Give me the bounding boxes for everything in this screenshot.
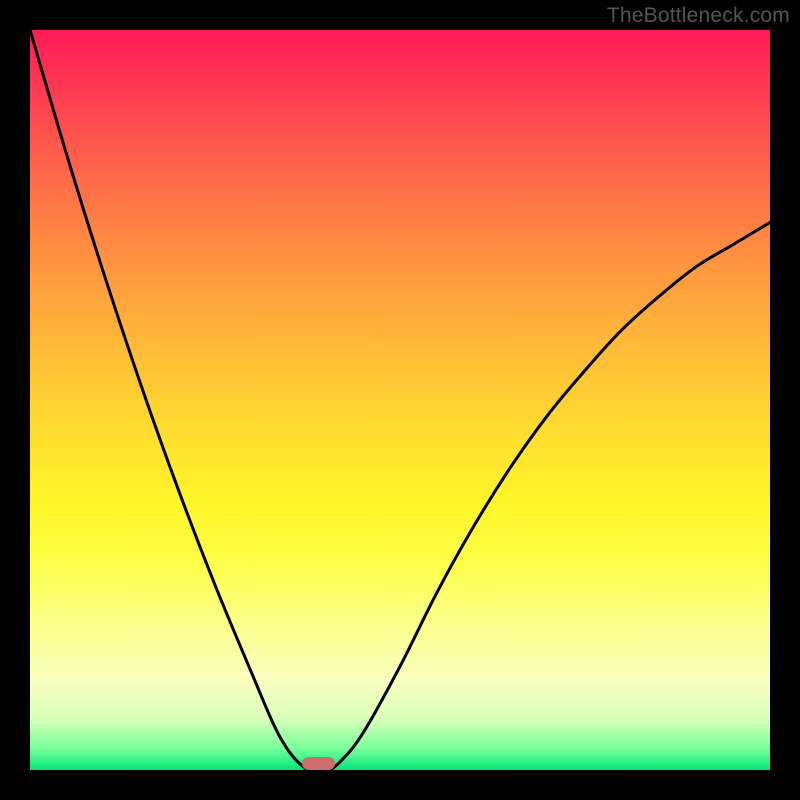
bottleneck-curve-left — [30, 30, 308, 770]
plot-area — [30, 30, 770, 770]
curve-layer — [30, 30, 770, 770]
watermark: TheBottleneck.com — [607, 4, 790, 28]
optimal-marker — [302, 757, 335, 770]
chart-frame: TheBottleneck.com — [0, 0, 800, 800]
bottleneck-curve-right — [330, 222, 770, 770]
